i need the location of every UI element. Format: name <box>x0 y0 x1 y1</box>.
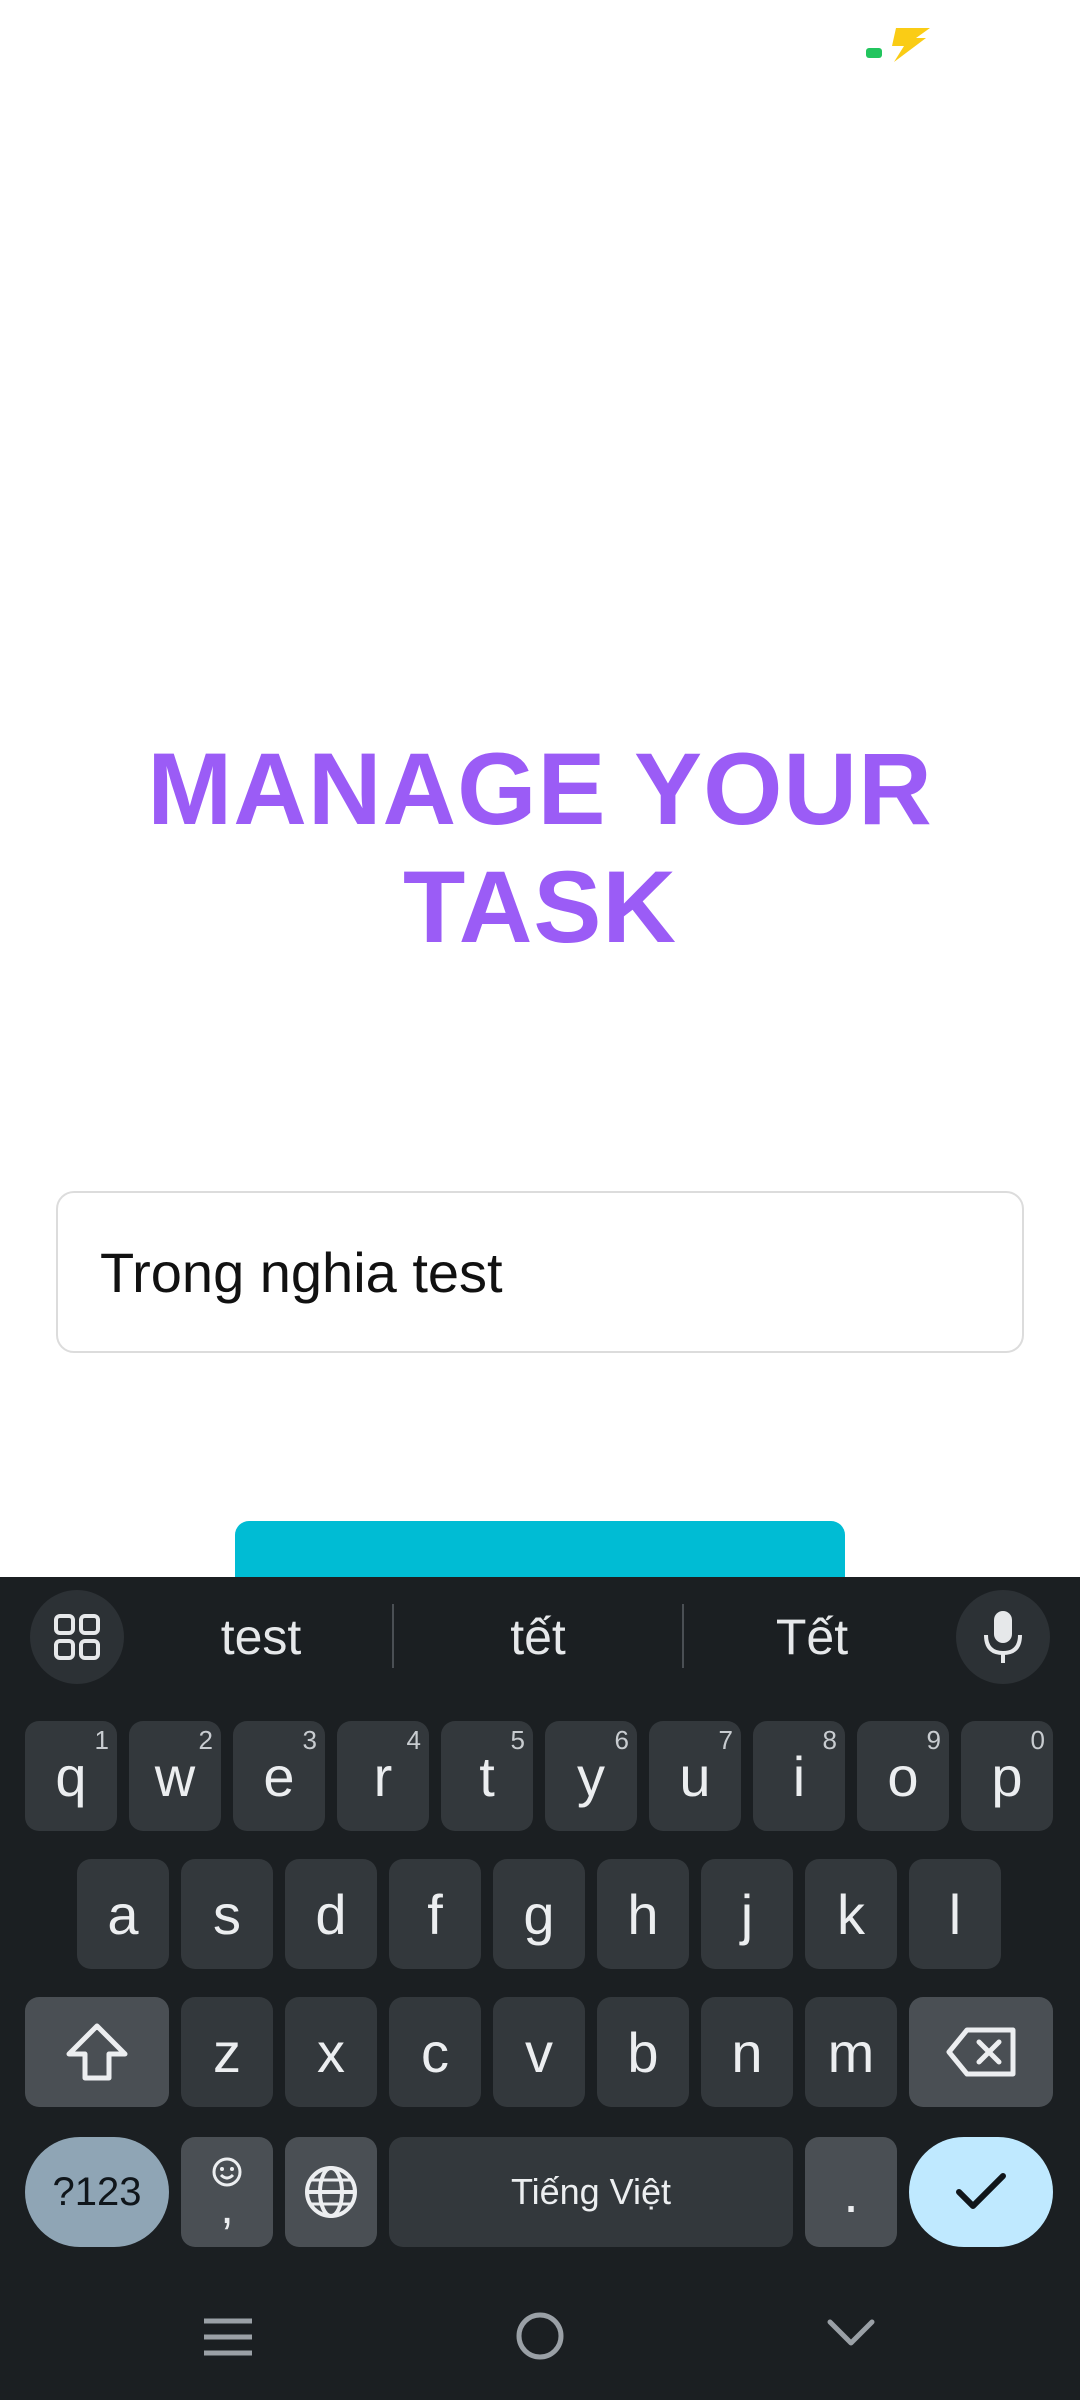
language-key[interactable] <box>285 2137 377 2247</box>
key-s[interactable]: s <box>181 1859 273 1969</box>
backspace-icon <box>946 2027 1016 2077</box>
symbols-key[interactable]: ?123 <box>25 2137 169 2247</box>
page-title: MANAGE YOUR TASK <box>0 730 1080 966</box>
key-hint: 3 <box>302 1725 317 1755</box>
spacebar[interactable]: Tiếng Việt <box>389 2137 793 2247</box>
battery-charging-icon <box>866 28 930 62</box>
key-c[interactable]: c <box>389 1997 481 2107</box>
page-title-line-2: TASK <box>402 850 678 964</box>
key-y[interactable]: y6 <box>545 1721 637 1831</box>
key-hint: 2 <box>198 1725 213 1755</box>
checkmark-icon <box>956 2173 1006 2209</box>
key-x[interactable]: x <box>285 1997 377 2107</box>
enter-key[interactable] <box>909 2137 1053 2247</box>
suggestion-3[interactable]: Tết <box>684 1577 940 1697</box>
key-hint: 4 <box>406 1725 421 1755</box>
emoji-comma-key[interactable]: , <box>181 2137 273 2247</box>
grid-apps-icon <box>54 1614 100 1660</box>
key-p[interactable]: p0 <box>961 1721 1053 1831</box>
key-label: e <box>263 1744 295 1808</box>
key-t[interactable]: t5 <box>441 1721 533 1831</box>
key-hint: 6 <box>614 1725 629 1755</box>
key-h[interactable]: h <box>597 1859 689 1969</box>
key-m[interactable]: m <box>805 1997 897 2107</box>
key-label: r <box>373 1744 393 1808</box>
key-f[interactable]: f <box>389 1859 481 1969</box>
period-key[interactable]: . <box>805 2137 897 2247</box>
globe-icon <box>305 2166 357 2218</box>
key-w[interactable]: w2 <box>129 1721 221 1831</box>
key-i[interactable]: i8 <box>753 1721 845 1831</box>
key-z[interactable]: z <box>181 1997 273 2107</box>
key-label: w <box>154 1744 196 1808</box>
backspace-key[interactable] <box>909 1997 1053 2107</box>
key-label: t <box>479 1744 495 1808</box>
task-input[interactable] <box>56 1191 1024 1353</box>
suggestion-1[interactable]: test <box>130 1577 392 1697</box>
key-u[interactable]: u7 <box>649 1721 741 1831</box>
key-k[interactable]: k <box>805 1859 897 1969</box>
key-v[interactable]: v <box>493 1997 585 2107</box>
key-hint: 9 <box>926 1725 941 1755</box>
key-label: p <box>991 1744 1023 1808</box>
key-a[interactable]: a <box>77 1859 169 1969</box>
key-hint: 0 <box>1030 1725 1045 1755</box>
key-g[interactable]: g <box>493 1859 585 1969</box>
key-j[interactable]: j <box>701 1859 793 1969</box>
menu-lines-icon[interactable] <box>202 2317 254 2357</box>
suggestion-bar: test tết Tết <box>0 1577 1080 1697</box>
key-l[interactable]: l <box>909 1859 1001 1969</box>
shift-icon <box>66 2023 128 2081</box>
key-hint: 5 <box>510 1725 525 1755</box>
comma-label: , <box>220 2181 234 2234</box>
page-title-line-1: MANAGE YOUR <box>147 732 933 846</box>
key-r[interactable]: r4 <box>337 1721 429 1831</box>
home-circle-icon[interactable] <box>514 2310 566 2362</box>
apps-button[interactable] <box>30 1590 124 1684</box>
key-d[interactable]: d <box>285 1859 377 1969</box>
key-o[interactable]: o9 <box>857 1721 949 1831</box>
key-label: q <box>55 1744 87 1808</box>
shift-key[interactable] <box>25 1997 169 2107</box>
key-label: o <box>887 1744 919 1808</box>
key-n[interactable]: n <box>701 1997 793 2107</box>
key-label: y <box>577 1744 605 1808</box>
key-hint: 1 <box>94 1725 109 1755</box>
key-b[interactable]: b <box>597 1997 689 2107</box>
app-screen: MANAGE YOUR TASK test tết Tết <box>0 0 1080 2400</box>
key-label: i <box>792 1744 806 1808</box>
microphone-icon <box>984 1611 1022 1663</box>
navigation-bar <box>0 2270 1080 2400</box>
suggestion-2[interactable]: tết <box>394 1577 682 1697</box>
key-label: u <box>679 1744 711 1808</box>
status-bar <box>0 0 1080 90</box>
key-hint: 7 <box>718 1725 733 1755</box>
voice-input-button[interactable] <box>956 1590 1050 1684</box>
key-e[interactable]: e3 <box>233 1721 325 1831</box>
chevron-down-icon[interactable] <box>826 2318 876 2348</box>
key-hint: 8 <box>822 1725 837 1755</box>
key-q[interactable]: q1 <box>25 1721 117 1831</box>
